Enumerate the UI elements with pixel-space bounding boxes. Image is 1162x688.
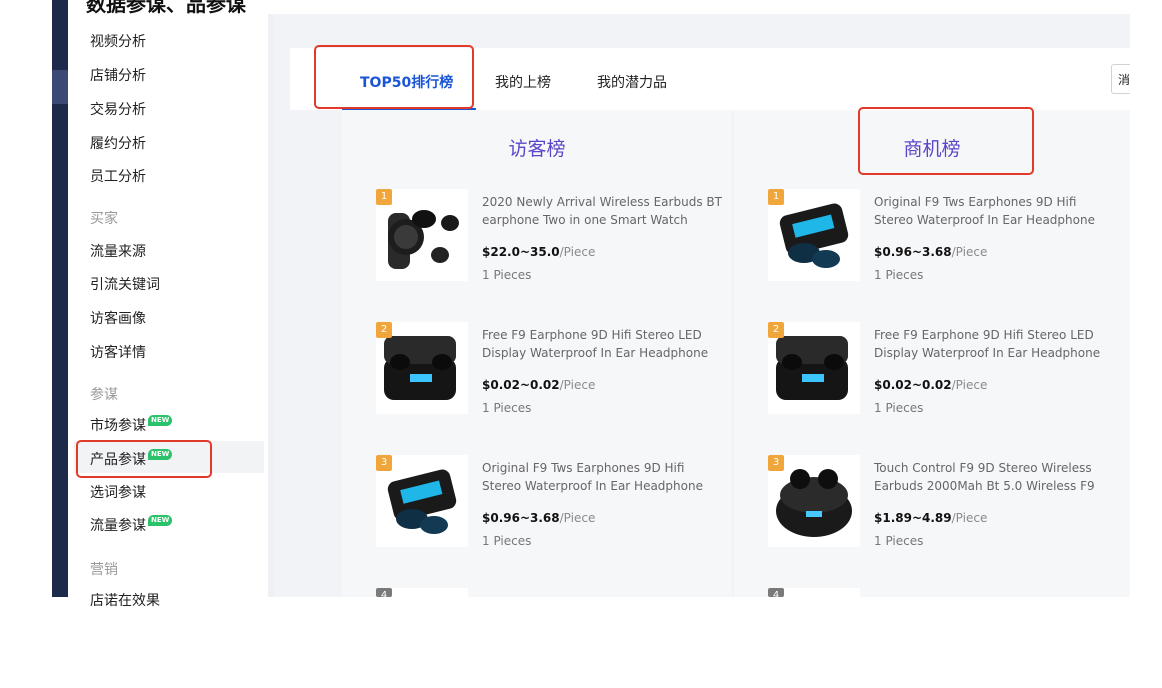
sidebar-item-label: 流量参谋 [90,518,146,534]
min-order: 1 Pieces [874,534,924,548]
right-edge [1130,0,1162,600]
new-badge: NEW [148,415,173,426]
product-price: $0.96~3.68/Piece [874,245,987,259]
opportunity-ranking-panel: 商机榜 1 Original F9 Tws Earphones 9D Hifi … [734,110,1130,597]
product-price: $22.0~35.0/Piece [482,245,595,259]
price-range: $0.02~0.02 [482,378,560,392]
list-item[interactable]: 1 Original F9 Tws Earphones 9D Hifi Ster… [768,189,1128,289]
rank-badge: 2 [376,322,392,338]
sidebar-item-label: 市场参谋 [90,418,146,434]
product-price: $0.02~0.02/Piece [482,378,595,392]
price-range: $0.02~0.02 [874,378,952,392]
sidebar-item-trade-analysis[interactable]: 交易分析 [90,99,146,119]
min-order: 1 Pieces [482,268,532,282]
visitor-ranking-panel: 访客榜 1 2020 Newly Arrival Wireless Earbud… [342,110,732,597]
rank-badge: 2 [768,322,784,338]
price-unit: /Piece [951,378,988,392]
rank-badge: 3 [376,455,392,471]
price-range: $0.96~3.68 [874,245,952,259]
annotation-box-tab [314,45,474,109]
product-title[interactable]: Touch Control F9 9D Stereo Wireless Earb… [874,459,1119,495]
sidebar-item-traffic-advisor[interactable]: 流量参谋 NEW [90,515,173,535]
sidebar: 视频分析 店铺分析 交易分析 履约分析 员工分析 买家 流量来源 引流关键词 访… [68,14,268,609]
sidebar-item-keyword-advisor[interactable]: 选词参谋 [90,482,146,502]
rank-badge: 1 [376,189,392,205]
min-order: 1 Pieces [874,268,924,282]
min-order: 1 Pieces [482,534,532,548]
tab-my-potential[interactable]: 我的潜力品 [597,72,667,92]
product-price: $1.89~4.89/Piece [874,511,987,525]
sidebar-item-visitor-details[interactable]: 访客详情 [90,342,146,362]
sidebar-item-visitor-profile[interactable]: 访客画像 [90,308,146,328]
list-item[interactable]: 3 Original F9 Tws Earphones 9D Hifi Ster… [376,455,736,555]
price-range: $1.89~4.89 [874,511,952,525]
price-unit: /Piece [559,245,596,259]
price-range: $0.96~3.68 [482,511,560,525]
list-item[interactable]: 2 Free F9 Earphone 9D Hifi Stereo LED Di… [376,322,736,422]
sidebar-group-buyer: 买家 [90,211,118,227]
product-title[interactable]: Original F9 Tws Earphones 9D Hifi Stereo… [874,193,1119,229]
price-unit: /Piece [559,378,596,392]
tab-my-ranking[interactable]: 我的上榜 [495,72,551,92]
annotation-box-panel-title [858,107,1034,175]
list-item[interactable]: 2 Free F9 Earphone 9D Hifi Stereo LED Di… [768,322,1128,422]
price-unit: /Piece [559,511,596,525]
min-order: 1 Pieces [874,401,924,415]
new-badge: NEW [148,515,173,526]
product-title[interactable]: Original F9 Tws Earphones 9D Hifi Stereo… [482,459,727,495]
annotation-box-sidebar [76,440,212,478]
price-range: $22.0~35.0 [482,245,560,259]
sidebar-item-label: 选词参谋 [90,485,146,501]
list-item[interactable]: 1 2020 Newly Arrival Wireless Earbuds BT… [376,189,736,289]
rank-badge: 4 [376,588,392,597]
left-rail [52,0,68,597]
list-item[interactable]: 4 [768,588,1128,688]
list-item[interactable]: 4 [376,588,736,688]
sidebar-item-market-advisor[interactable]: 市场参谋 NEW [90,415,173,435]
sidebar-group-marketing: 营销 [90,562,118,578]
sidebar-item-fulfillment-analysis[interactable]: 履约分析 [90,133,146,153]
rank-badge: 1 [768,189,784,205]
product-title[interactable]: 2020 Newly Arrival Wireless Earbuds BT e… [482,193,727,229]
sidebar-item-store-analysis[interactable]: 店铺分析 [90,65,146,85]
rail-highlight [52,70,68,104]
product-title[interactable]: Free F9 Earphone 9D Hifi Stereo LED Disp… [874,326,1119,362]
min-order: 1 Pieces [482,401,532,415]
sidebar-item-cut-off[interactable]: 店诺在效果 [90,590,160,610]
sidebar-group-advisor: 参谋 [90,387,118,403]
panel-title: 访客榜 [508,138,566,160]
price-unit: /Piece [951,511,988,525]
product-price: $0.96~3.68/Piece [482,511,595,525]
sidebar-item-staff-analysis[interactable]: 员工分析 [90,166,146,186]
sidebar-item-keywords[interactable]: 引流关键词 [90,274,160,294]
product-price: $0.02~0.02/Piece [874,378,987,392]
rank-badge: 4 [768,588,784,597]
product-title[interactable]: Free F9 Earphone 9D Hifi Stereo LED Disp… [482,326,727,362]
rank-badge: 3 [768,455,784,471]
list-item[interactable]: 3 Touch Control F9 9D Stereo Wireless Ea… [768,455,1128,555]
sidebar-item-video-analysis[interactable]: 视频分析 [90,31,146,51]
price-unit: /Piece [951,245,988,259]
sidebar-item-traffic-source[interactable]: 流量来源 [90,241,146,261]
